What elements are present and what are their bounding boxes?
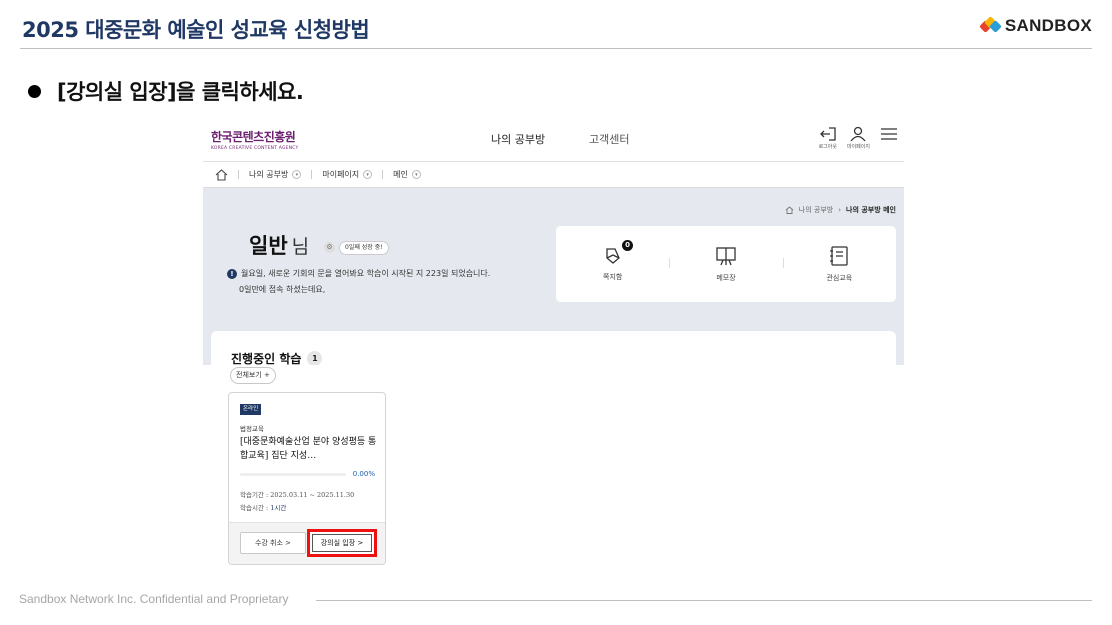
course-card-footer: 수강 취소 > 강의실 입장 >: [229, 522, 385, 564]
learning-title: 진행중인 학습: [231, 352, 302, 365]
menu-button[interactable]: [880, 126, 898, 142]
path-parent[interactable]: 나의 공부방: [799, 205, 833, 215]
instruction-bullet: [강의실 입장]을 클릭하세요.: [28, 76, 304, 106]
quick-interest[interactable]: 관심교육: [782, 226, 896, 302]
page-path: 나의 공부방 › 나의 공부방 메인: [785, 205, 896, 215]
chevron-down-icon: ▾: [363, 170, 373, 179]
note-count-badge: 0: [622, 240, 633, 251]
settings-icon[interactable]: ⚙: [324, 242, 335, 253]
progress-bar: [240, 473, 346, 476]
mypage-label: 마이페이지: [846, 144, 870, 150]
home-icon: [785, 206, 794, 214]
sandbox-logo: SANDBOX: [979, 16, 1092, 36]
user-honorific: 님: [291, 236, 310, 258]
kocca-logo-text: 한국콘텐츠진흥원: [211, 130, 296, 144]
title-divider: [20, 48, 1092, 49]
breadcrumb-my-study[interactable]: 나의 공부방 ▾: [249, 169, 302, 180]
user-greeting: 일반 님: [249, 230, 309, 260]
learning-count-badge: 1: [307, 351, 323, 365]
progress-value: 0.00%: [352, 470, 375, 478]
breadcrumb-divider: [382, 170, 384, 179]
course-time-value: 1시간: [270, 504, 287, 512]
breadcrumb-mypage[interactable]: 마이페이지 ▾: [322, 169, 373, 180]
breadcrumb-label: 마이페이지: [322, 170, 360, 179]
memo-board-icon: [716, 247, 736, 266]
logout-icon: [819, 127, 836, 141]
nav-my-study[interactable]: 나의 공부방: [491, 131, 545, 147]
nav-customer-center[interactable]: 고객센터: [589, 131, 629, 147]
course-time: 학습시간 : 1시간: [240, 502, 286, 512]
notebook-icon: [830, 246, 848, 266]
user-name: 일반: [249, 234, 288, 258]
online-tag: 온라인: [240, 404, 262, 415]
quick-note-box[interactable]: 0 쪽지함: [556, 226, 669, 302]
sandbox-logo-text: SANDBOX: [1004, 16, 1092, 35]
confidential-footer: Sandbox Network Inc. Confidential and Pr…: [19, 592, 289, 606]
quick-interest-label: 관심교육: [826, 274, 853, 282]
mypage-button[interactable]: 마이페이지: [847, 126, 870, 150]
site-screenshot: 한국콘텐츠진흥원 KOREA CREATIVE CONTENT AGENCY 나…: [203, 120, 904, 365]
site-top-nav: 한국콘텐츠진흥원 KOREA CREATIVE CONTENT AGENCY 나…: [203, 120, 904, 162]
growth-badge: 0일째 성장 중!: [339, 241, 389, 255]
kocca-logo[interactable]: 한국콘텐츠진흥원 KOREA CREATIVE CONTENT AGENCY: [211, 128, 299, 151]
learning-panel: 진행중인 학습 1: [211, 331, 896, 365]
chevron-down-icon: ▾: [411, 170, 421, 179]
study-info: ! 월요일, 새로운 기회의 문을 열어봐요 학습이 시작된 지 223일 되었…: [227, 268, 490, 279]
access-info: 0일만에 접속 하셨는데요,: [239, 285, 326, 294]
info-icon: !: [227, 268, 237, 279]
path-current: 나의 공부방 메인: [846, 206, 896, 214]
breadcrumb-divider: [238, 170, 239, 179]
kocca-logo-subtext: KOREA CREATIVE CONTENT AGENCY: [211, 146, 299, 151]
footer-divider: [316, 600, 1092, 601]
note-icon: [606, 248, 620, 264]
instruction-text: [강의실 입장]을 클릭하세요.: [57, 80, 304, 104]
view-all-button[interactable]: 전체보기 +: [230, 367, 276, 384]
course-title[interactable]: [대중문화예술산업 분야 양성평등 통합교육] 집단 지성…: [240, 435, 380, 463]
breadcrumb-label: 나의 공부방: [249, 170, 289, 179]
home-icon[interactable]: [215, 168, 228, 181]
breadcrumb-divider: [311, 170, 313, 179]
sandbox-logo-icon: [979, 16, 1002, 34]
slide-title: 2025 대중문화 예술인 성교육 신청방법: [22, 18, 370, 42]
course-card: 온라인 법정교육 [대중문화예술산업 분야 양성평등 통합교육] 집단 지성… …: [228, 392, 386, 565]
menu-icon: [881, 128, 897, 140]
breadcrumb: 나의 공부방 ▾ 마이페이지 ▾ 메인 ▾: [203, 162, 904, 188]
logout-button[interactable]: 로그아웃: [819, 126, 837, 150]
enter-classroom-button[interactable]: 강의실 입장 >: [312, 534, 372, 552]
user-icon: [850, 126, 866, 142]
course-time-label: 학습시간 :: [240, 504, 269, 512]
breadcrumb-label: 메인: [393, 170, 408, 179]
cancel-enrollment-button[interactable]: 수강 취소 >: [240, 532, 306, 554]
quick-note-label: 쪽지함: [603, 273, 623, 281]
logout-label: 로그아웃: [818, 144, 837, 150]
quick-memo-label: 메모장: [716, 274, 736, 282]
quick-menu-card: 0 쪽지함 메모장 관심교육: [556, 226, 896, 302]
chevron-down-icon: ▾: [292, 170, 302, 179]
study-info-text: 월요일, 새로운 기회의 문을 열어봐요 학습이 시작된 지 223일 되었습니…: [241, 269, 491, 278]
enter-classroom-highlight: 강의실 입장 >: [307, 529, 377, 557]
top-icon-group: 로그아웃 마이페이지: [819, 126, 898, 150]
breadcrumb-main[interactable]: 메인 ▾: [393, 169, 421, 180]
course-category: 법정교육: [240, 425, 264, 433]
quick-memo[interactable]: 메모장: [669, 226, 782, 302]
path-separator: ›: [838, 206, 842, 214]
course-period: 학습기간 : 2025.03.11 ~ 2025.11.30: [240, 491, 355, 499]
bullet-icon: [28, 84, 41, 98]
learning-heading: 진행중인 학습 1: [231, 350, 323, 365]
